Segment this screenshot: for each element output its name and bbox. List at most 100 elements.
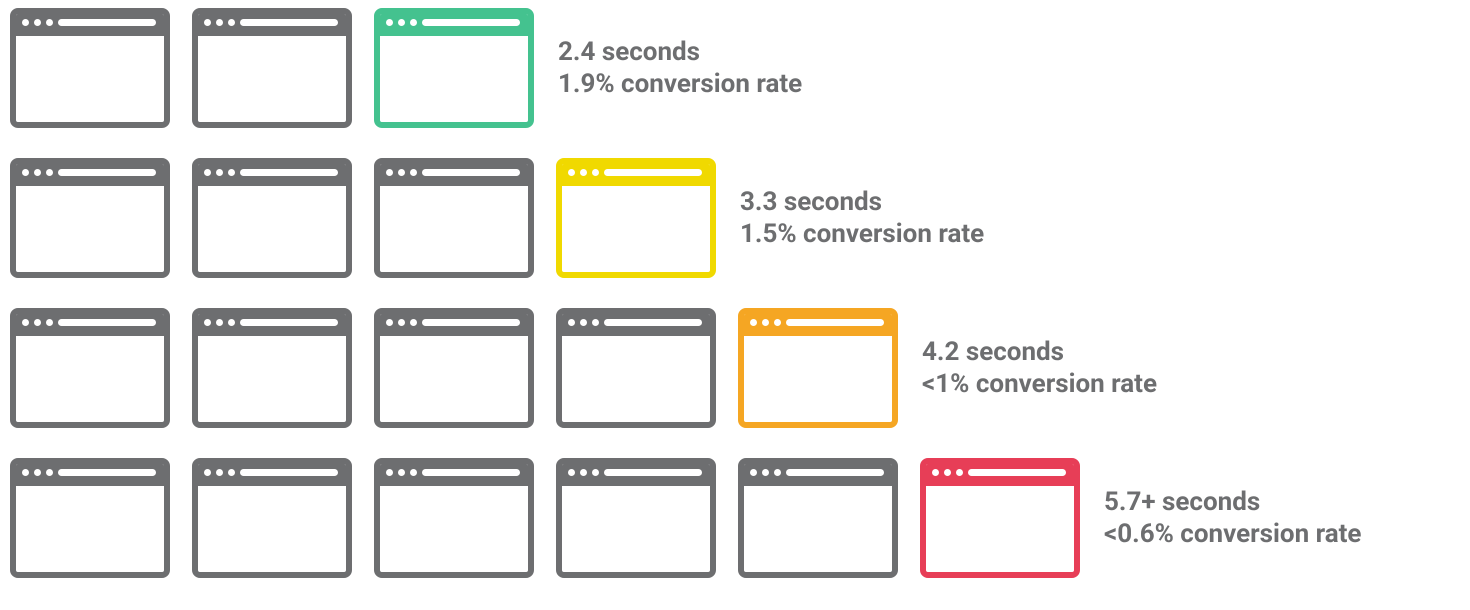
browser-titlebar xyxy=(198,14,346,36)
window-address-bar-icon xyxy=(240,319,338,326)
window-address-bar-icon xyxy=(604,469,702,476)
window-dot-icon xyxy=(34,169,41,176)
window-address-bar-icon xyxy=(240,469,338,476)
window-address-bar-icon xyxy=(604,169,702,176)
window-dot-icon xyxy=(762,469,769,476)
browser-window-icon xyxy=(192,308,352,428)
window-dot-icon xyxy=(228,19,235,26)
seconds-label: 3.3 seconds xyxy=(740,186,984,219)
browser-titlebar xyxy=(744,314,892,336)
diagram-row: 3.3 seconds1.5% conversion rate xyxy=(10,158,1460,278)
window-dot-icon xyxy=(204,469,211,476)
window-dot-icon xyxy=(204,169,211,176)
browser-titlebar xyxy=(562,164,710,186)
window-dot-icon xyxy=(228,319,235,326)
browser-titlebar xyxy=(380,164,528,186)
window-dot-icon xyxy=(774,469,781,476)
window-address-bar-icon xyxy=(422,319,520,326)
browser-window-icon xyxy=(192,158,352,278)
window-dot-icon xyxy=(592,319,599,326)
window-dot-icon xyxy=(216,169,223,176)
browser-window-icon xyxy=(374,458,534,578)
browser-titlebar xyxy=(380,314,528,336)
window-dot-icon xyxy=(592,469,599,476)
window-dot-icon xyxy=(750,319,757,326)
window-dot-icon xyxy=(34,319,41,326)
browser-titlebar xyxy=(16,14,164,36)
window-address-bar-icon xyxy=(240,19,338,26)
window-dot-icon xyxy=(46,169,53,176)
browser-titlebar xyxy=(16,164,164,186)
window-dot-icon xyxy=(228,169,235,176)
window-dot-icon xyxy=(228,469,235,476)
window-dot-icon xyxy=(216,19,223,26)
window-dot-icon xyxy=(956,469,963,476)
browser-titlebar xyxy=(562,314,710,336)
window-dot-icon xyxy=(34,19,41,26)
window-dot-icon xyxy=(386,19,393,26)
seconds-label: 4.2 seconds xyxy=(922,336,1157,369)
window-dot-icon xyxy=(410,319,417,326)
seconds-label: 2.4 seconds xyxy=(558,36,802,69)
seconds-label: 5.7+ seconds xyxy=(1104,486,1361,519)
window-dot-icon xyxy=(774,319,781,326)
browser-titlebar xyxy=(926,464,1074,486)
window-dot-icon xyxy=(46,19,53,26)
browser-window-icon xyxy=(556,458,716,578)
browser-titlebar xyxy=(198,164,346,186)
window-dot-icon xyxy=(580,169,587,176)
browser-window-icon xyxy=(556,308,716,428)
browser-window-icon xyxy=(374,158,534,278)
window-address-bar-icon xyxy=(786,469,884,476)
browser-window-icon xyxy=(738,458,898,578)
browser-window-icon xyxy=(10,308,170,428)
window-dot-icon xyxy=(46,319,53,326)
browser-titlebar xyxy=(16,314,164,336)
browser-window-icon xyxy=(192,8,352,128)
window-dot-icon xyxy=(944,469,951,476)
window-dot-icon xyxy=(398,319,405,326)
window-dot-icon xyxy=(398,19,405,26)
browser-window-icon xyxy=(374,308,534,428)
conversion-loadtime-diagram: 2.4 seconds1.9% conversion rate 3.3 secon… xyxy=(10,8,1460,578)
window-dot-icon xyxy=(568,469,575,476)
window-dot-icon xyxy=(22,19,29,26)
window-address-bar-icon xyxy=(422,169,520,176)
window-dot-icon xyxy=(592,169,599,176)
conversion-label: 1.5% conversion rate xyxy=(740,218,984,251)
window-dot-icon xyxy=(568,169,575,176)
window-address-bar-icon xyxy=(58,319,156,326)
browser-window-highlight-icon xyxy=(738,308,898,428)
window-dot-icon xyxy=(410,469,417,476)
window-dot-icon xyxy=(204,319,211,326)
window-dot-icon xyxy=(398,169,405,176)
window-dot-icon xyxy=(216,469,223,476)
window-dot-icon xyxy=(750,469,757,476)
diagram-row: 2.4 seconds1.9% conversion rate xyxy=(10,8,1460,128)
window-dot-icon xyxy=(34,469,41,476)
conversion-label: 1.9% conversion rate xyxy=(558,68,802,101)
window-address-bar-icon xyxy=(604,319,702,326)
window-dot-icon xyxy=(580,469,587,476)
row-label: 2.4 seconds1.9% conversion rate xyxy=(558,36,802,101)
window-dot-icon xyxy=(932,469,939,476)
browser-window-highlight-icon xyxy=(556,158,716,278)
browser-window-highlight-icon xyxy=(920,458,1080,578)
window-address-bar-icon xyxy=(422,19,520,26)
browser-titlebar xyxy=(380,464,528,486)
window-address-bar-icon xyxy=(58,169,156,176)
conversion-label: <0.6% conversion rate xyxy=(1104,518,1361,551)
window-dot-icon xyxy=(398,469,405,476)
window-address-bar-icon xyxy=(786,319,884,326)
conversion-label: <1% conversion rate xyxy=(922,368,1157,401)
window-dot-icon xyxy=(216,319,223,326)
window-dot-icon xyxy=(386,169,393,176)
browser-titlebar xyxy=(16,464,164,486)
browser-window-highlight-icon xyxy=(374,8,534,128)
diagram-row: 4.2 seconds<1% conversion rate xyxy=(10,308,1460,428)
window-dot-icon xyxy=(410,19,417,26)
browser-titlebar xyxy=(198,464,346,486)
window-address-bar-icon xyxy=(58,469,156,476)
window-address-bar-icon xyxy=(240,169,338,176)
row-label: 3.3 seconds1.5% conversion rate xyxy=(740,186,984,251)
